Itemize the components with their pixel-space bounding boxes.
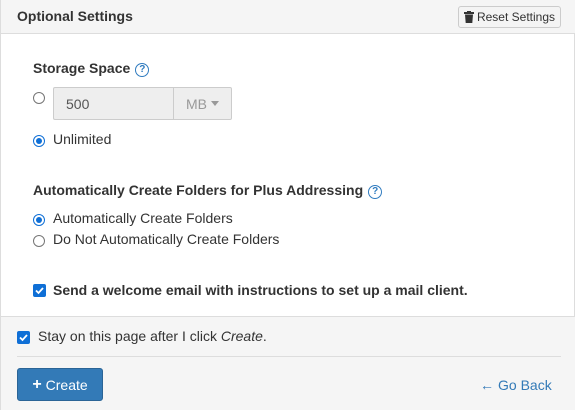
welcome-email-label: Send a welcome email with instructions t… (53, 282, 468, 298)
storage-unlimited-radio[interactable] (33, 135, 45, 147)
plus-addressing-heading: Automatically Create Folders for Plus Ad… (33, 182, 383, 199)
panel-header: Optional Settings Reset Settings (1, 0, 575, 34)
stay-on-page-emphasis: Create (220, 328, 263, 344)
stay-on-page-suffix: . (262, 328, 267, 344)
help-icon[interactable]: ? (135, 63, 150, 77)
arrow-left-icon: ← (480, 377, 494, 393)
help-icon[interactable]: ? (368, 185, 383, 199)
footer-divider (17, 356, 561, 357)
form-footer: Stay on this page after I click Create. … (1, 316, 575, 410)
storage-quota-input-group: 500 MB (53, 87, 232, 120)
storage-custom-radio[interactable] (33, 92, 45, 104)
welcome-email-checkbox[interactable] (33, 284, 46, 297)
stay-on-page-text: Stay on this page after I click (38, 328, 221, 344)
storage-space-heading: Storage Space? (33, 60, 150, 77)
reset-settings-button[interactable]: Reset Settings (458, 6, 561, 28)
plus-icon: + (32, 375, 42, 393)
reset-settings-label: Reset Settings (476, 10, 556, 24)
go-back-label: Go Back (498, 377, 552, 393)
no-auto-create-folders-radio[interactable] (33, 235, 45, 247)
auto-create-folders-radio[interactable] (33, 214, 45, 226)
storage-quota-value: 500 (66, 95, 90, 112)
storage-unlimited-label: Unlimited (53, 131, 112, 147)
trash-icon (463, 11, 474, 23)
create-button-label: Create (45, 376, 88, 393)
stay-on-page-label: Stay on this page after I click Create. (38, 328, 267, 344)
go-back-link[interactable]: ← Go Back (480, 377, 552, 393)
plus-addressing-label: Automatically Create Folders for Plus Ad… (33, 182, 364, 198)
no-auto-create-folders-label: Do Not Automatically Create Folders (53, 231, 280, 247)
storage-unit-value: MB (186, 95, 207, 112)
storage-quota-input[interactable]: 500 (53, 87, 173, 120)
stay-on-page-checkbox[interactable] (17, 331, 30, 344)
checkmark-icon (19, 334, 28, 342)
optional-settings-panel: Optional Settings Reset Settings Storage… (0, 0, 575, 410)
panel-title: Optional Settings (17, 8, 133, 24)
caret-down-icon (211, 101, 219, 106)
storage-unit-select[interactable]: MB (173, 87, 232, 120)
checkmark-icon (35, 287, 44, 295)
auto-create-folders-label: Automatically Create Folders (53, 210, 233, 226)
storage-space-label: Storage Space (33, 60, 131, 76)
create-button[interactable]: + Create (17, 368, 103, 401)
